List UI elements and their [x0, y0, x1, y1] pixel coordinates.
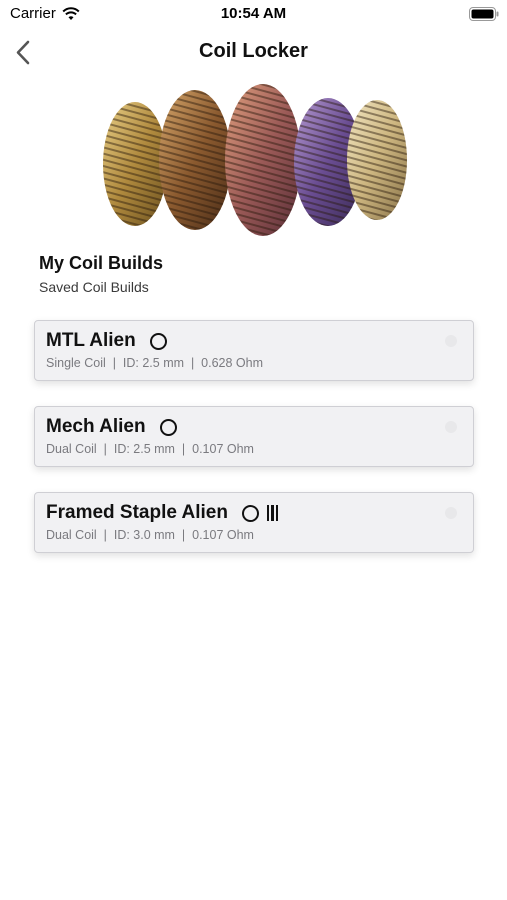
status-dot-icon [445, 421, 457, 433]
build-details: Dual Coil | ID: 2.5 mm | 0.107 Ohm [46, 442, 254, 456]
coil-build-card[interactable]: Framed Staple Alien Dual Coil | ID: 3.0 … [34, 492, 474, 553]
build-title-row: Framed Staple Alien [46, 502, 279, 524]
section-title: My Coil Builds [39, 253, 164, 273]
ring-icon [159, 418, 177, 436]
ring-icon [149, 332, 167, 350]
build-details: Dual Coil | ID: 3.0 mm | 0.107 Ohm [46, 528, 254, 542]
build-name: MTL Alien [46, 330, 136, 351]
build-name: Mech Alien [46, 416, 146, 437]
coil-build-card[interactable]: MTL Alien Single Coil | ID: 2.5 mm | 0.6… [34, 320, 474, 381]
status-dot-icon [445, 335, 457, 347]
bars-icon [266, 505, 279, 521]
build-title-row: MTL Alien [46, 330, 167, 352]
ring-icon [241, 504, 259, 522]
coil-build-list: MTL Alien Single Coil | ID: 2.5 mm | 0.6… [34, 320, 474, 578]
section-subtitle: Saved Coil Builds [39, 279, 149, 295]
battery-icon [469, 7, 499, 21]
page-title: Coil Locker [199, 40, 308, 62]
build-title-row: Mech Alien [46, 416, 177, 438]
status-bar: Carrier 10:54 AM [0, 0, 507, 30]
coil-hero-image [103, 84, 407, 236]
build-details: Single Coil | ID: 2.5 mm | 0.628 Ohm [46, 356, 263, 370]
status-time: 10:54 AM [220, 5, 287, 22]
coil-build-card[interactable]: Mech Alien Dual Coil | ID: 2.5 mm | 0.10… [34, 406, 474, 467]
navigation-bar: Coil Locker [0, 30, 507, 74]
build-name: Framed Staple Alien [46, 502, 228, 523]
status-dot-icon [445, 507, 457, 519]
